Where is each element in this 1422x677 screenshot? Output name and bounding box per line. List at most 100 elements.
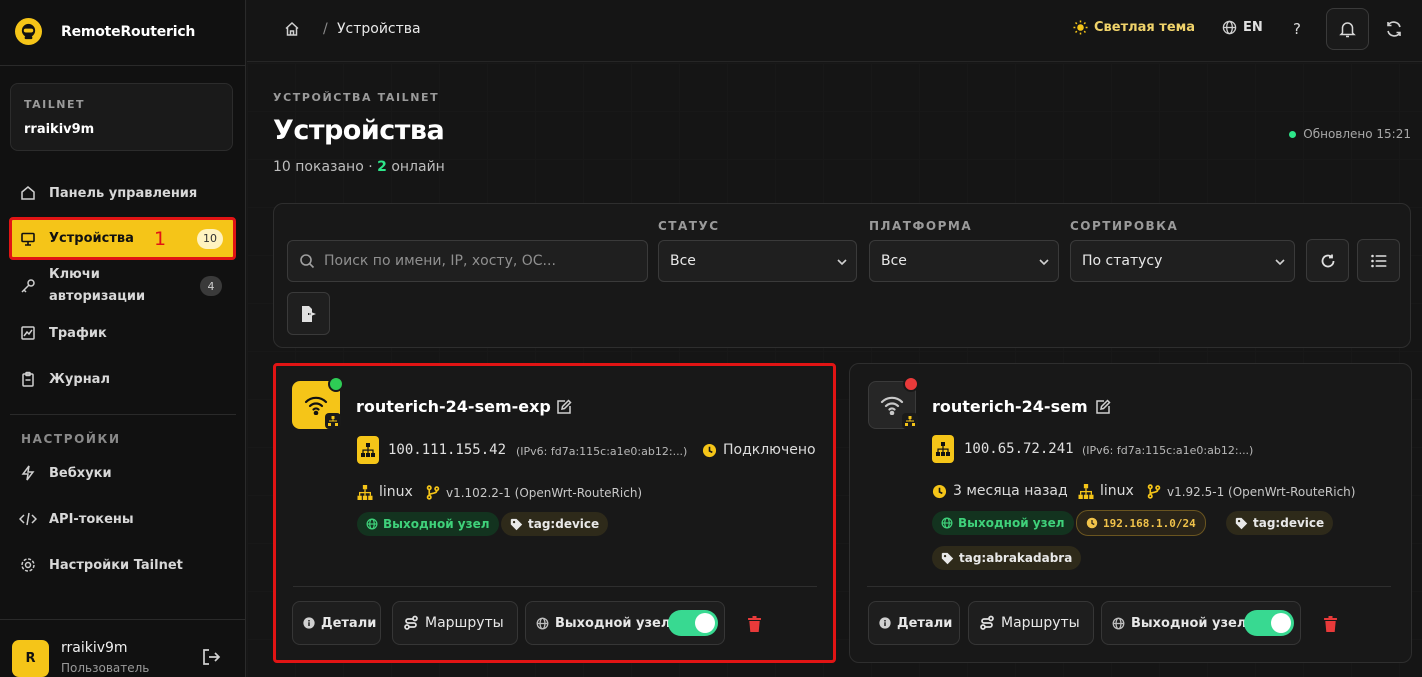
status-filter-value: Все <box>670 253 696 269</box>
route-icon <box>404 615 418 630</box>
offline-status-dot <box>903 376 919 392</box>
avatar[interactable]: R <box>12 640 49 677</box>
sun-icon <box>1073 20 1088 35</box>
last-seen-label: 3 месяца назад <box>953 483 1068 499</box>
language-label: EN <box>1243 20 1263 35</box>
routes-button[interactable]: Маршруты <box>968 601 1094 645</box>
search-placeholder: Поиск по имени, IP, хосту, ОС... <box>324 253 556 269</box>
details-button[interactable]: Детали <box>868 601 960 645</box>
auth-keys-line2: авторизации <box>49 289 146 304</box>
delete-icon[interactable] <box>1323 616 1338 632</box>
breadcrumb-home-icon[interactable] <box>284 21 300 37</box>
exit-node-toggle[interactable] <box>668 610 718 636</box>
status-filter-select[interactable]: Все <box>658 240 857 282</box>
platform-filter-select[interactable]: Все <box>869 240 1059 282</box>
routes-label: Маршруты <box>1001 615 1080 631</box>
bell-icon <box>1339 22 1356 38</box>
theme-toggle-button[interactable]: Светлая тема <box>1073 20 1195 35</box>
theme-toggle-label: Светлая тема <box>1094 20 1196 35</box>
sidebar-item-label: Вебхуки <box>49 465 112 481</box>
routes-button[interactable]: Маршруты <box>392 601 518 645</box>
notifications-button[interactable] <box>1326 8 1369 50</box>
sidebar: RemoteRouterich TAILNET rraikiv9m Панель… <box>0 0 246 677</box>
branch-icon <box>426 485 440 500</box>
clipboard-icon <box>19 370 37 388</box>
live-dot <box>1289 130 1297 138</box>
tag-icon <box>510 518 523 530</box>
clock-icon <box>1086 517 1098 529</box>
network-icon <box>1078 483 1094 499</box>
device-os: linux <box>357 484 413 500</box>
details-label: Детали <box>897 615 953 631</box>
logout-icon[interactable] <box>201 648 221 666</box>
updated-label: Обновлено 15:21 <box>1303 127 1411 141</box>
network-badge-icon <box>902 413 918 429</box>
search-input[interactable]: Поиск по имени, IP, хосту, ОС... <box>287 240 648 282</box>
main-content: УСТРОЙСТВА TAILNET Устройства 10 показан… <box>247 63 1422 677</box>
breadcrumb-separator: / <box>323 21 328 37</box>
sidebar-item-journal[interactable]: Журнал <box>10 367 234 391</box>
device-name[interactable]: routerich-24-sem-exp <box>356 397 551 416</box>
device-name[interactable]: routerich-24-sem <box>932 397 1088 416</box>
sidebar-item-label: Панель управления <box>49 185 198 201</box>
auth-keys-line1: Ключи <box>49 267 100 282</box>
device-ip[interactable]: 100.65.72.241 <box>964 441 1074 457</box>
shown-count: 10 показано · <box>273 159 378 175</box>
device-ipv6: (IPv6: fd7a:115c:a1e0:ab12:...) <box>1082 444 1254 457</box>
tag-chip: tag:abrakadabra <box>932 546 1082 570</box>
refresh-icon[interactable] <box>1385 20 1403 38</box>
sidebar-item-devices[interactable]: Устройства 1 10 <box>9 217 236 260</box>
list-icon <box>1370 254 1386 267</box>
chevron-down-icon <box>837 259 847 266</box>
file-export-icon <box>301 305 316 322</box>
device-version-label: v1.102.2-1 (OpenWrt-RouteRich) <box>446 485 643 500</box>
language-button[interactable]: EN <box>1222 20 1263 35</box>
annotation-number: 1 <box>154 228 167 250</box>
sidebar-item-label: Настройки Tailnet <box>49 557 183 573</box>
globe-icon <box>941 517 953 529</box>
sidebar-item-tailnet-settings[interactable]: Настройки Tailnet <box>10 553 234 577</box>
card-divider <box>867 586 1391 587</box>
user-name: rraikiv9m <box>61 640 128 656</box>
device-os-label: linux <box>379 484 413 500</box>
brand[interactable]: RemoteRouterich <box>0 0 246 66</box>
sort-select[interactable]: По статусу <box>1070 240 1295 282</box>
tailnet-switcher[interactable]: TAILNET rraikiv9m <box>10 83 233 151</box>
gear-icon <box>19 556 37 574</box>
user-panel: R rraikiv9m Пользователь <box>0 619 246 677</box>
device-ip[interactable]: 100.111.155.42 <box>388 442 506 458</box>
help-button[interactable]: ? <box>1293 20 1301 38</box>
filters-panel: Поиск по имени, IP, хосту, ОС... СТАТУС … <box>273 203 1411 348</box>
online-status-dot <box>328 376 344 392</box>
delete-icon[interactable] <box>747 616 762 632</box>
exit-node-label: Выходной узел <box>1131 615 1247 631</box>
page-summary: 10 показано · 2 онлайн <box>273 159 445 175</box>
exit-node-toggle[interactable] <box>1244 610 1294 636</box>
edit-icon[interactable] <box>556 399 572 415</box>
sort-label: СОРТИРОВКА <box>1070 219 1179 233</box>
sidebar-item-traffic[interactable]: Трафик <box>10 321 234 345</box>
details-button[interactable]: Детали <box>292 601 381 645</box>
device-version: v1.102.2-1 (OpenWrt-RouteRich) <box>426 485 642 500</box>
sidebar-item-api-tokens[interactable]: API-токены <box>10 507 234 531</box>
page-title: Устройства <box>273 115 445 146</box>
list-view-button[interactable] <box>1357 239 1400 282</box>
reload-button[interactable] <box>1306 239 1349 282</box>
sidebar-item-label: Журнал <box>49 371 110 387</box>
refresh-icon <box>1321 254 1334 267</box>
edit-icon[interactable] <box>1095 399 1111 415</box>
tailnet-name: rraikiv9m <box>24 122 95 137</box>
globe-icon <box>536 617 549 629</box>
sidebar-item-label: Устройства <box>49 231 134 246</box>
sidebar-item-dashboard[interactable]: Панель управления <box>10 181 234 205</box>
tag-chip: tag:device <box>1226 511 1334 535</box>
network-icon <box>357 484 373 500</box>
code-icon <box>19 510 37 528</box>
device-version: v1.92.5-1 (OpenWrt-RouteRich) <box>1147 484 1355 499</box>
branch-icon <box>1147 484 1161 499</box>
export-button[interactable] <box>287 292 330 335</box>
sidebar-item-webhooks[interactable]: Вебхуки <box>10 461 234 485</box>
brand-logo-icon <box>15 18 42 45</box>
tailnet-label: TAILNET <box>24 98 85 111</box>
sidebar-item-auth-keys[interactable]: Ключи авторизации 4 <box>10 265 234 307</box>
